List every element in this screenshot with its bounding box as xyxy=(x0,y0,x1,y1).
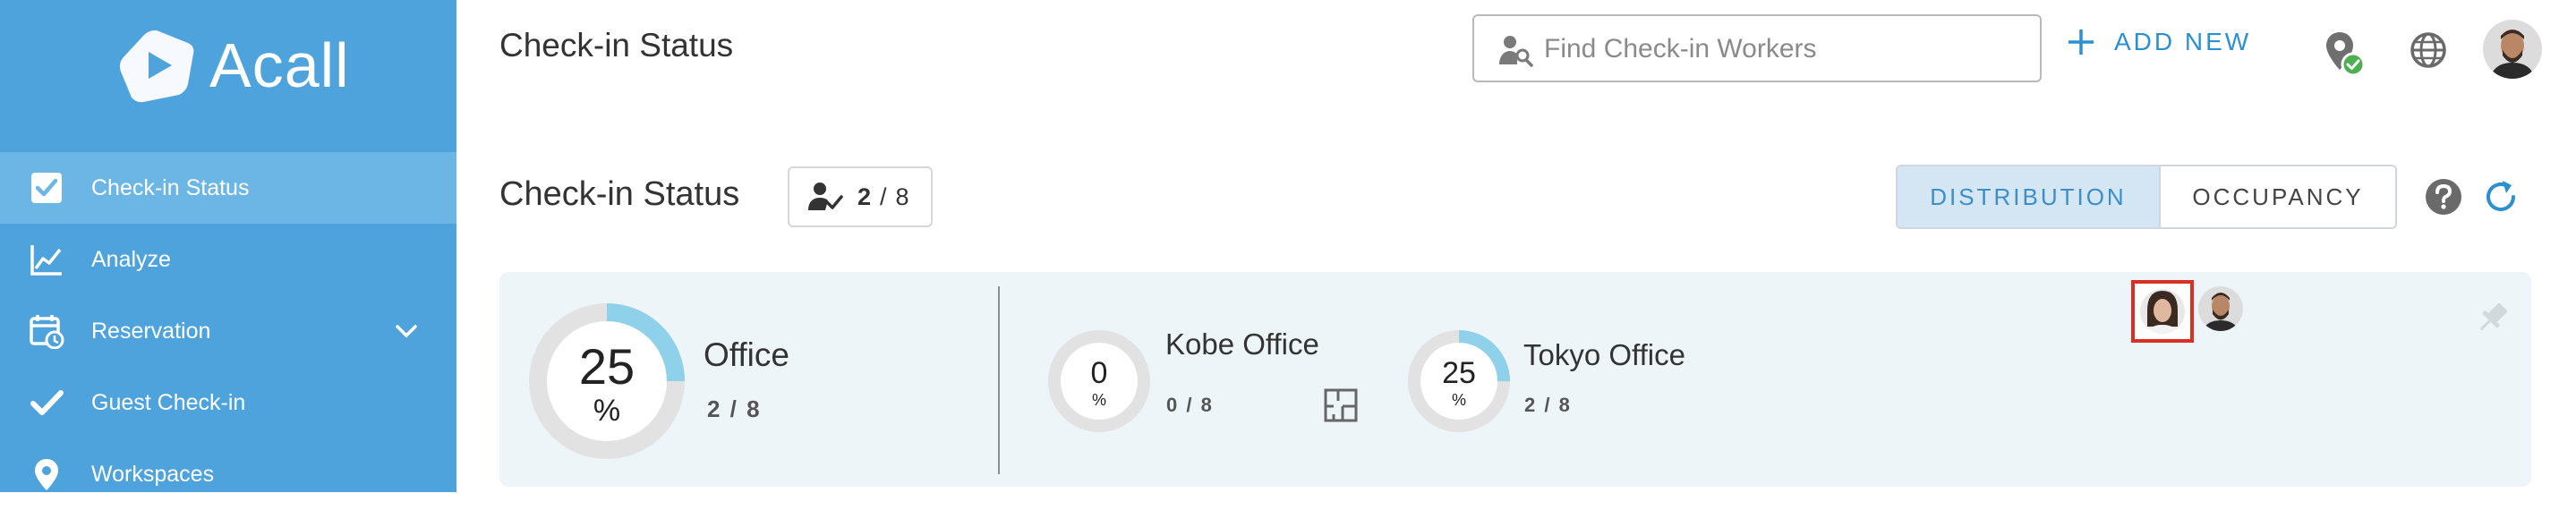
occupancy-tab[interactable]: OCCUPANCY xyxy=(2159,166,2395,227)
total-value: 8 xyxy=(895,183,909,210)
pin-icon[interactable] xyxy=(2474,299,2512,336)
location-pin-icon xyxy=(35,459,58,490)
worker-avatar-female xyxy=(2140,289,2185,334)
page-title: Check-in Status xyxy=(499,27,734,64)
kobe-unit: % xyxy=(1091,391,1106,409)
search-input[interactable] xyxy=(1542,29,2029,70)
tokyo-value-block: 25 % xyxy=(1407,358,1511,408)
line-chart-icon xyxy=(30,245,62,276)
card-divider xyxy=(998,286,1000,474)
person-check-icon xyxy=(808,183,843,210)
sidebar-item-label: Guest Check-in xyxy=(91,389,246,415)
location-check-icon[interactable] xyxy=(2322,29,2368,79)
add-new-label: ADD NEW xyxy=(2114,28,2252,55)
globe-icon[interactable] xyxy=(2409,30,2448,70)
sidebar-item-guest-check-in[interactable]: Guest Check-in xyxy=(0,367,456,438)
refresh-icon[interactable] xyxy=(2481,177,2521,217)
distribution-tab[interactable]: DISTRIBUTION xyxy=(1898,166,2159,227)
kobe-count: 0 / 8 xyxy=(1166,394,1214,416)
help-icon[interactable] xyxy=(2424,177,2463,217)
kobe-name: Kobe Office xyxy=(1165,327,1319,361)
summary-count: 2 / 8 xyxy=(707,395,762,422)
tokyo-name: Tokyo Office xyxy=(1523,338,1685,371)
summary-value-block: 25 % xyxy=(526,338,687,428)
checkmark-icon xyxy=(30,390,64,415)
sidebar-item-workspaces[interactable]: Workspaces xyxy=(0,438,456,510)
sidebar-item-reservation[interactable]: Reservation xyxy=(0,295,456,367)
plus-icon xyxy=(2068,30,2094,55)
section-title: Check-in Status xyxy=(499,175,740,213)
view-toggle: DISTRIBUTION OCCUPANCY xyxy=(1896,165,2397,229)
summary-name: Office xyxy=(704,336,789,373)
checkbox-icon xyxy=(31,173,62,203)
tokyo-value: 25 xyxy=(1442,356,1476,390)
add-new-button[interactable]: ADD NEW xyxy=(2066,27,2251,57)
search-box[interactable] xyxy=(1472,14,2042,82)
app-logo[interactable]: Acall xyxy=(116,27,350,104)
person-search-icon xyxy=(1499,36,1533,67)
tokyo-count: 2 / 8 xyxy=(1524,394,1572,416)
worker-avatar-highlighted[interactable] xyxy=(2131,280,2194,343)
sidebar: Acall Check-in Status Analyze Reservatio… xyxy=(0,0,456,492)
sidebar-item-analyze[interactable]: Analyze xyxy=(0,224,456,295)
checked-in-value: 2 xyxy=(857,183,872,210)
floor-map-icon[interactable] xyxy=(1323,387,1359,423)
calendar-clock-icon xyxy=(30,315,64,349)
sidebar-item-label: Check-in Status xyxy=(91,174,250,200)
sidebar-item-label: Analyze xyxy=(91,246,171,272)
count-separator: / xyxy=(880,183,887,210)
user-avatar[interactable] xyxy=(2483,20,2542,79)
tokyo-unit: % xyxy=(1451,391,1466,409)
acall-logo-icon xyxy=(119,30,194,103)
chevron-down-icon[interactable] xyxy=(394,320,419,342)
sidebar-item-check-in-status[interactable]: Check-in Status xyxy=(0,152,456,224)
summary-unit: % xyxy=(593,394,621,428)
kobe-value-block: 0 % xyxy=(1047,358,1151,408)
summary-value: 25 xyxy=(578,338,635,395)
app-name: Acall xyxy=(209,30,350,100)
checked-in-count-badge: 2 / 8 xyxy=(788,166,933,227)
kobe-value: 0 xyxy=(1090,356,1108,390)
sidebar-item-label: Reservation xyxy=(91,318,211,344)
worker-avatar-male[interactable] xyxy=(2196,285,2245,333)
sidebar-item-label: Workspaces xyxy=(91,461,215,487)
